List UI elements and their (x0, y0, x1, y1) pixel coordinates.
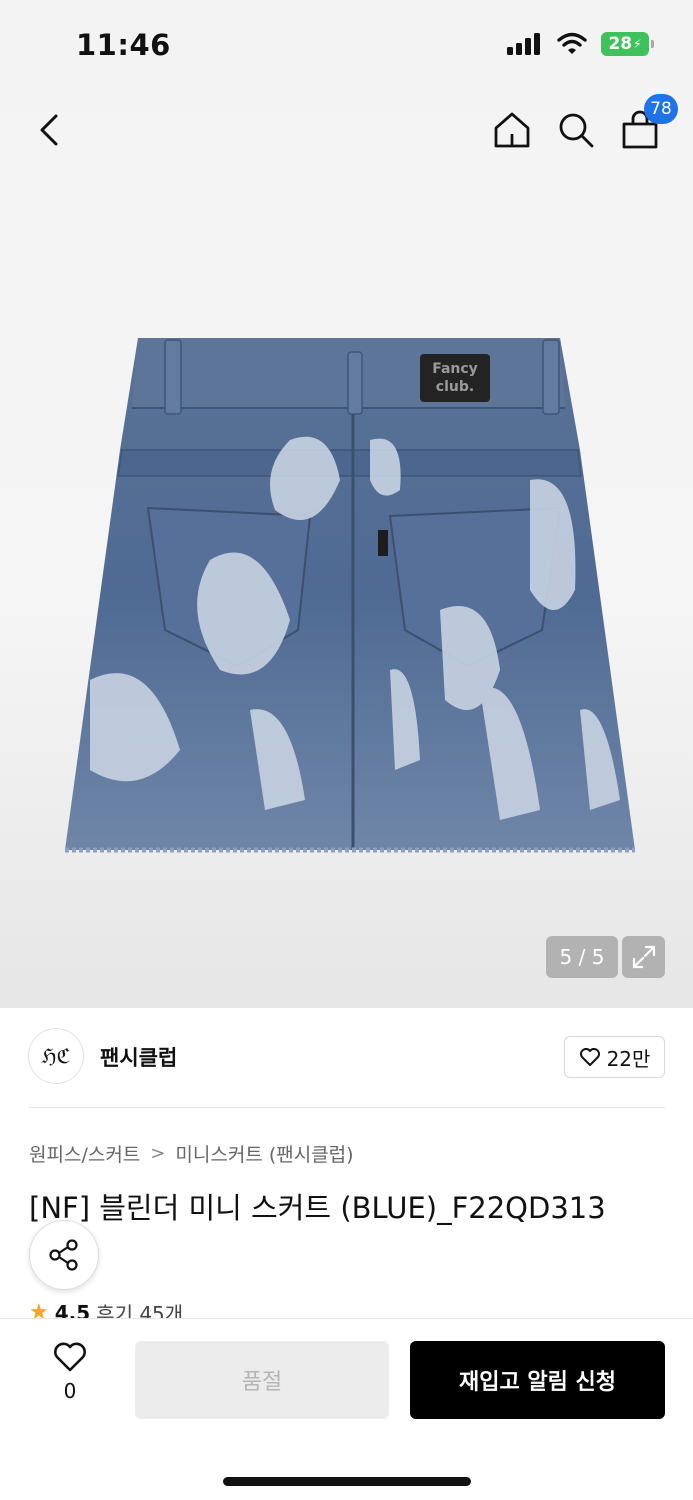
status-bar: 11:46 28 ⚡ (0, 0, 693, 92)
chevron-left-icon (40, 114, 58, 146)
expand-button[interactable] (622, 936, 665, 978)
wishlist-count: 0 (63, 1379, 77, 1403)
home-button[interactable] (486, 104, 538, 156)
brand-patch-line2: club. (436, 379, 474, 395)
heart-icon (579, 1048, 600, 1066)
image-counter: 5 / 5 (546, 936, 618, 978)
breadcrumb-category[interactable]: 원피스/스커트 (29, 1140, 140, 1167)
bottom-action-bar: 0 품절 재입고 알림 신청 (0, 1318, 693, 1500)
back-button[interactable] (24, 104, 76, 156)
signal-icon (507, 33, 540, 55)
brand-patch-line1: Fancy (432, 361, 478, 377)
status-icons: 28 ⚡ (507, 32, 654, 56)
brand-like-count: 22만 (606, 1046, 651, 1071)
restock-alert-button[interactable]: 재입고 알림 신청 (410, 1341, 665, 1419)
charging-icon: ⚡ (633, 37, 642, 51)
battery-icon: 28 ⚡ (601, 32, 654, 56)
soldout-button[interactable]: 품절 (135, 1341, 389, 1419)
status-time: 11:46 (76, 28, 171, 62)
product-image: Fancy club. (65, 338, 635, 853)
cart-button[interactable]: 78 (614, 94, 678, 156)
top-nav: 78 (0, 92, 693, 172)
brand-row[interactable]: ℌℭ 팬시클럽 22만 (28, 1028, 665, 1086)
divider (28, 1107, 665, 1108)
chevron-right-icon: > (150, 1143, 166, 1164)
battery-level: 28 (608, 34, 633, 54)
expand-icon (632, 945, 655, 969)
share-button[interactable] (29, 1220, 99, 1290)
breadcrumb: 원피스/스커트 > 미니스커트 (팬시클럽) (29, 1140, 354, 1167)
cart-count-badge: 78 (644, 94, 678, 124)
wishlist-button[interactable]: 0 (40, 1341, 100, 1421)
search-icon (559, 113, 594, 148)
search-button[interactable] (550, 104, 602, 156)
wifi-icon (557, 32, 587, 54)
product-title: [NF] 블린더 미니 스커트 (BLUE)_F22QD313 (29, 1191, 606, 1225)
home-icon (494, 112, 530, 148)
heart-icon (54, 1342, 86, 1372)
home-indicator (223, 1477, 471, 1486)
brand-name[interactable]: 팬시클럽 (100, 1042, 177, 1072)
share-icon (49, 1239, 78, 1271)
brand-logo[interactable]: ℌℭ (28, 1028, 84, 1084)
brand-like-button[interactable]: 22만 (564, 1036, 665, 1078)
breadcrumb-subcategory[interactable]: 미니스커트 (팬시클럽) (175, 1140, 353, 1167)
